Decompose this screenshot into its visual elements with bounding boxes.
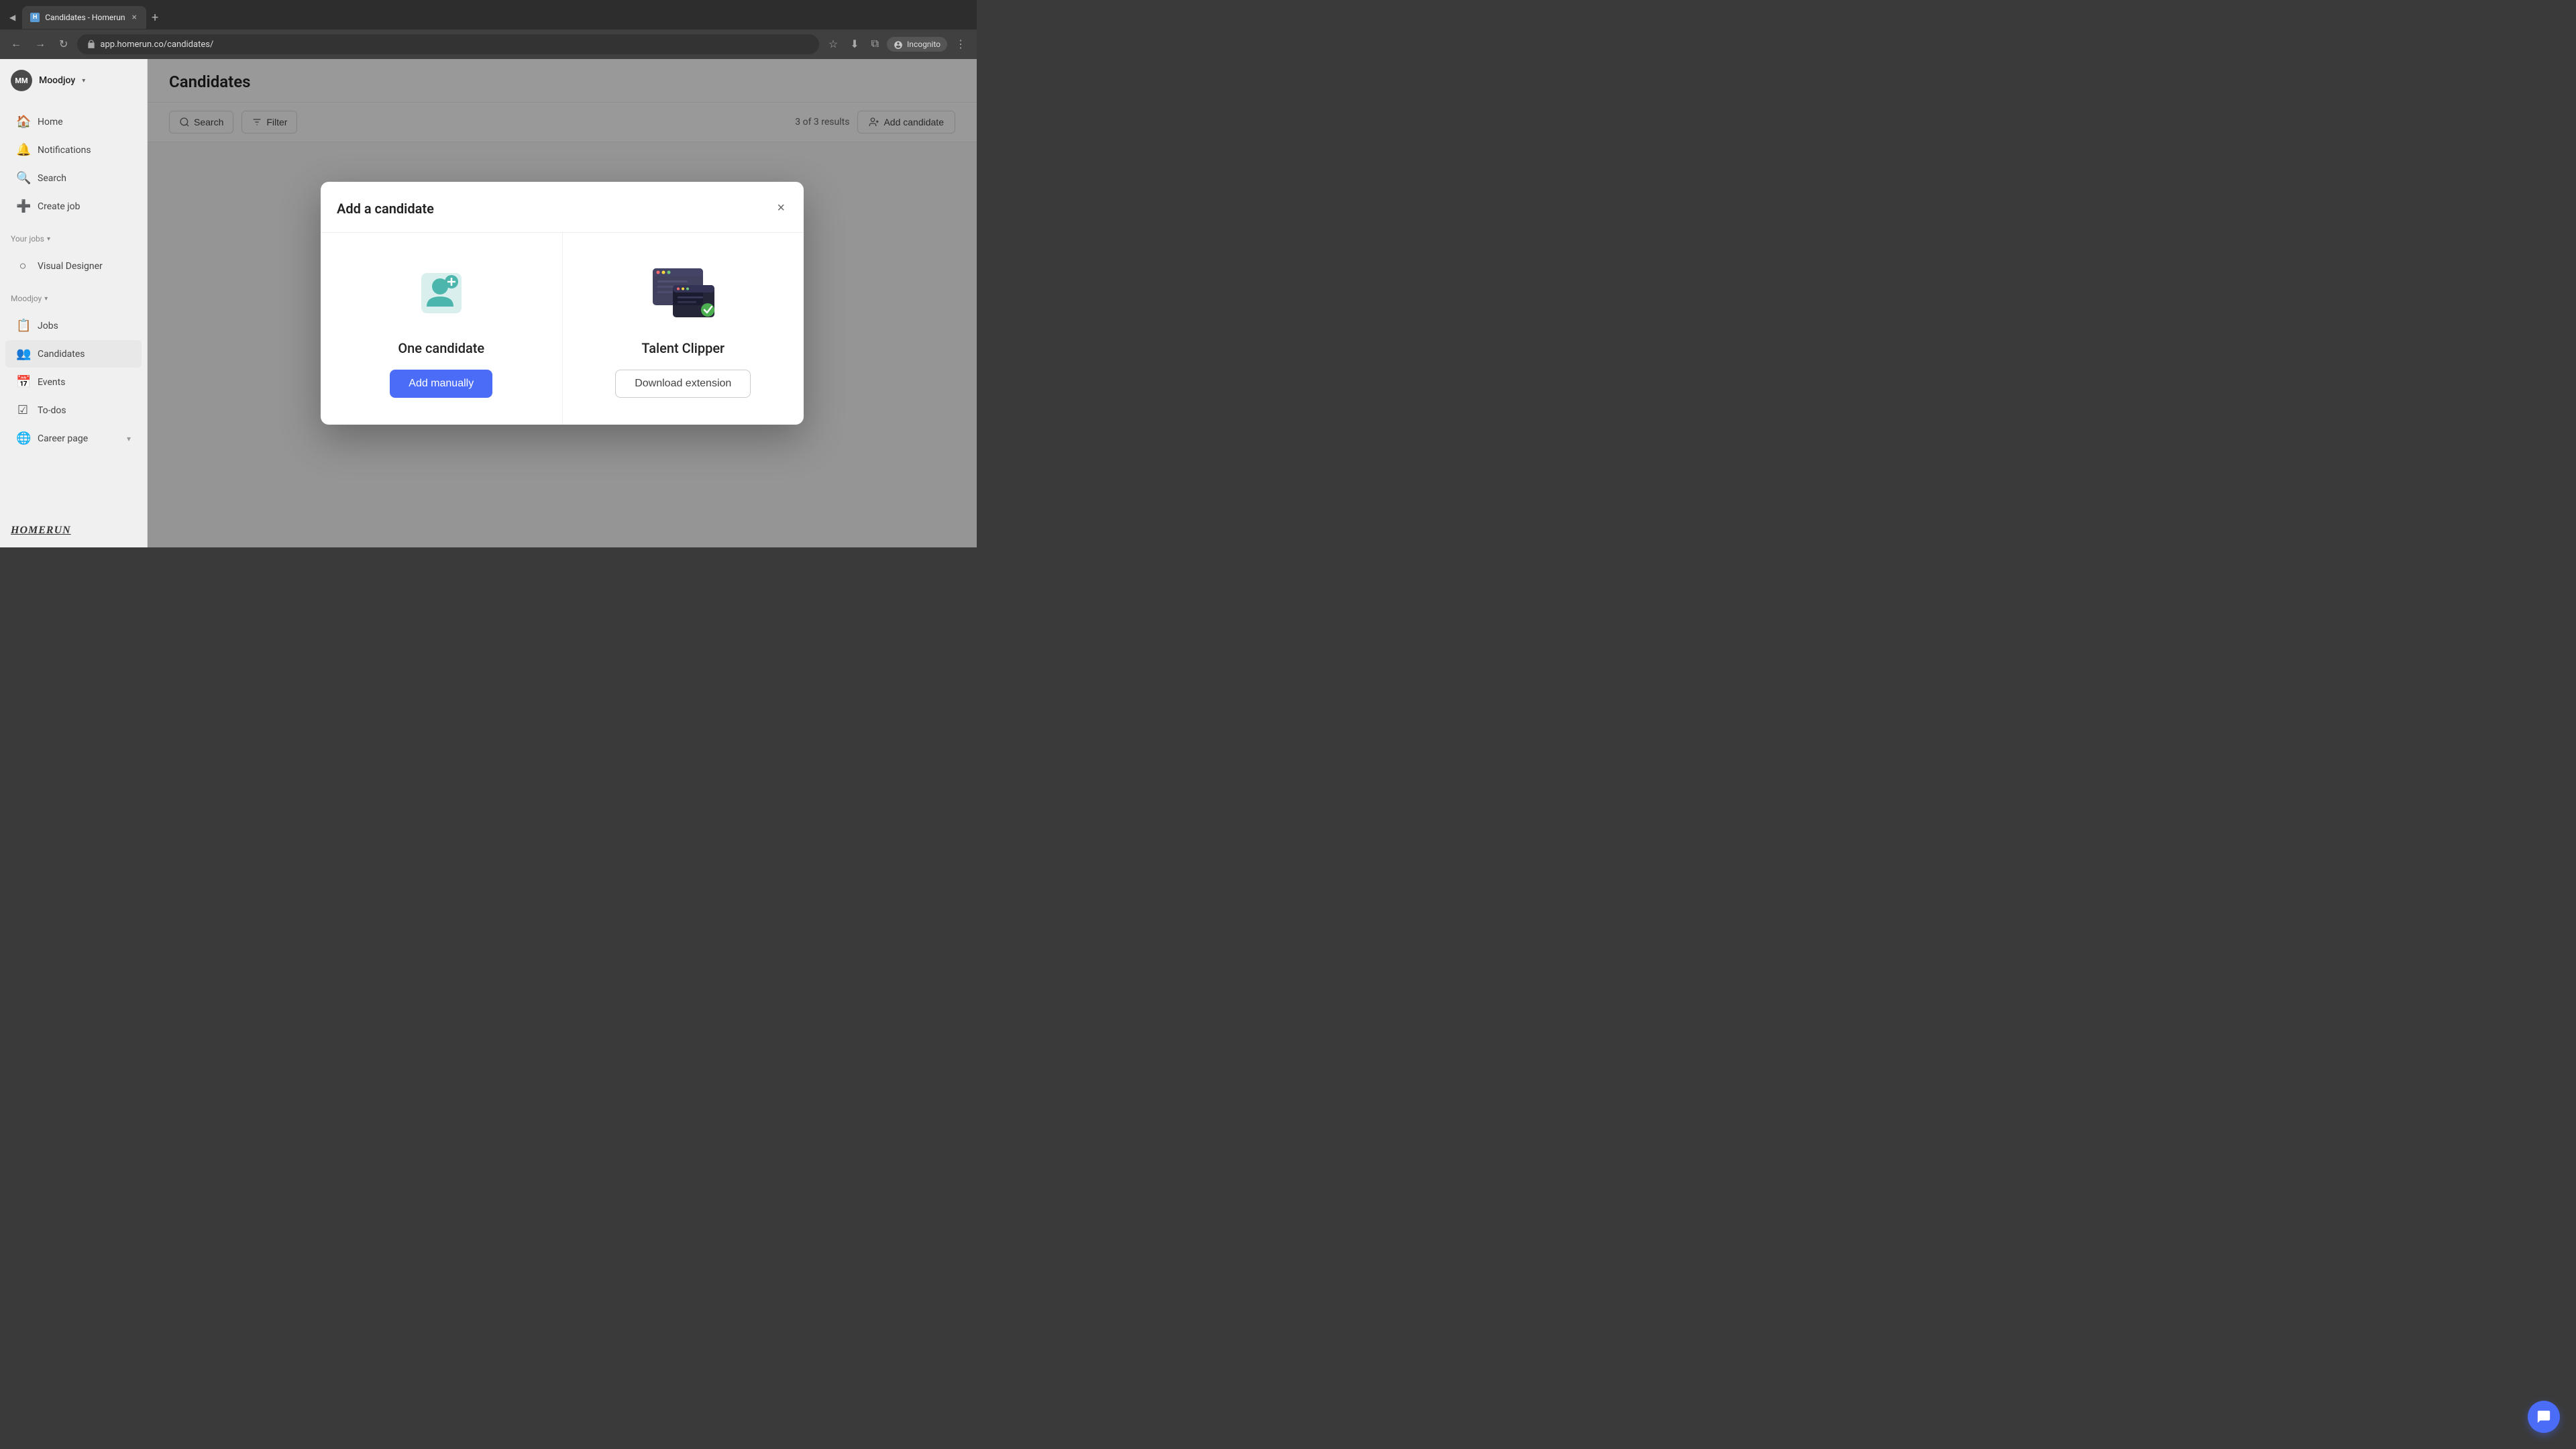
add-candidate-modal: Add a candidate × bbox=[321, 182, 804, 425]
workspace-chevron: ▾ bbox=[82, 77, 85, 85]
tab-close-button[interactable]: × bbox=[131, 12, 138, 23]
sidebar-item-notifications-label: Notifications bbox=[38, 145, 91, 156]
chat-icon bbox=[2536, 1409, 2551, 1424]
workspace-name: Moodjoy bbox=[39, 75, 75, 86]
avatar: MM bbox=[11, 70, 32, 91]
home-icon: 🏠 bbox=[16, 115, 30, 129]
incognito-badge[interactable]: Incognito bbox=[887, 37, 947, 52]
sidebar-item-candidates-label: Candidates bbox=[38, 349, 85, 360]
talent-clipper-icon bbox=[643, 260, 723, 327]
sidebar-item-events-label: Events bbox=[38, 377, 65, 388]
forward-button[interactable]: → bbox=[31, 36, 50, 53]
sidebar-item-career-page-label: Career page bbox=[38, 433, 88, 444]
moodjoy-label: Moodjoy bbox=[11, 294, 42, 303]
modal-title: Add a candidate bbox=[337, 201, 434, 217]
your-jobs-chevron: ▾ bbox=[47, 235, 50, 243]
sidebar-item-jobs[interactable]: 📋 Jobs bbox=[5, 312, 142, 339]
talent-clipper-illustration bbox=[643, 262, 723, 325]
modal-header: Add a candidate × bbox=[321, 182, 804, 232]
browser-chrome: ◀ H Candidates - Homerun × + ← → ↻ app.h… bbox=[0, 0, 977, 59]
app-layout: MM Moodjoy ▾ 🏠 Home 🔔 Notifications 🔍 Se… bbox=[0, 59, 977, 547]
sidebar-item-create-job-label: Create job bbox=[38, 201, 80, 212]
bookmark-button[interactable]: ☆ bbox=[824, 35, 842, 54]
new-tab-button[interactable]: + bbox=[146, 8, 164, 28]
lock-icon bbox=[87, 40, 96, 49]
chat-button[interactable] bbox=[2528, 1401, 2560, 1433]
career-page-icon: 🌐 bbox=[16, 431, 30, 445]
incognito-icon bbox=[894, 40, 903, 49]
sidebar-item-visual-designer[interactable]: ○ Visual Designer bbox=[5, 252, 142, 280]
tab-group-button[interactable]: ◀ bbox=[5, 10, 19, 25]
moodjoy-chevron: ▾ bbox=[44, 295, 48, 303]
url-bar[interactable]: app.homerun.co/candidates/ bbox=[77, 34, 818, 54]
sidebar-nav: 🏠 Home 🔔 Notifications 🔍 Search ➕ Create… bbox=[0, 102, 147, 226]
one-candidate-icon bbox=[401, 260, 482, 327]
add-manually-button[interactable]: Add manually bbox=[390, 370, 492, 398]
talent-clipper-title: Talent Clipper bbox=[641, 340, 724, 356]
url-text: app.homerun.co/candidates/ bbox=[100, 40, 213, 50]
modal-close-button[interactable]: × bbox=[774, 198, 788, 219]
talent-clipper-option[interactable]: Talent Clipper Download extension bbox=[563, 233, 804, 425]
tab-bar: ◀ H Candidates - Homerun × + bbox=[0, 0, 977, 30]
one-candidate-option[interactable]: One candidate Add manually bbox=[321, 233, 563, 425]
sidebar-bottom: HOMERUN bbox=[0, 514, 147, 547]
main-content: Candidates Search Filter 3 of 3 results … bbox=[148, 59, 977, 547]
plus-icon: ➕ bbox=[16, 199, 30, 213]
split-view-button[interactable]: ⧉ bbox=[867, 36, 883, 53]
browser-toolbar: ← → ↻ app.homerun.co/candidates/ ☆ ⬇ ⧉ I… bbox=[0, 30, 977, 59]
todos-icon: ☑ bbox=[16, 403, 30, 417]
career-page-chevron: ▾ bbox=[127, 434, 131, 443]
sidebar-item-notifications[interactable]: 🔔 Notifications bbox=[5, 136, 142, 164]
sidebar-item-create-job[interactable]: ➕ Create job bbox=[5, 193, 142, 220]
sidebar-item-home-label: Home bbox=[38, 117, 63, 127]
sidebar-item-home[interactable]: 🏠 Home bbox=[5, 108, 142, 136]
sidebar-item-events[interactable]: 📅 Events bbox=[5, 368, 142, 396]
sidebar-item-candidates[interactable]: 👥 Candidates bbox=[5, 340, 142, 368]
active-tab[interactable]: H Candidates - Homerun × bbox=[22, 6, 146, 29]
incognito-label: Incognito bbox=[907, 40, 941, 49]
jobs-icon: 📋 bbox=[16, 319, 30, 333]
tab-favicon: H bbox=[30, 13, 40, 22]
toolbar-icons: ☆ ⬇ ⧉ Incognito ⋮ bbox=[824, 35, 970, 54]
tab-title: Candidates - Homerun bbox=[45, 13, 125, 22]
search-icon: 🔍 bbox=[16, 171, 30, 185]
candidates-icon: 👥 bbox=[16, 347, 30, 361]
sidebar-item-todos[interactable]: ☑ To-dos bbox=[5, 396, 142, 424]
sidebar: MM Moodjoy ▾ 🏠 Home 🔔 Notifications 🔍 Se… bbox=[0, 59, 148, 547]
sidebar-item-search[interactable]: 🔍 Search bbox=[5, 164, 142, 192]
sidebar-item-search-label: Search bbox=[38, 173, 66, 184]
events-icon: 📅 bbox=[16, 375, 30, 389]
job-icon: ○ bbox=[16, 259, 30, 273]
one-candidate-title: One candidate bbox=[398, 340, 484, 356]
workspace-header[interactable]: MM Moodjoy ▾ bbox=[0, 59, 147, 102]
back-button[interactable]: ← bbox=[7, 36, 25, 53]
download-extension-button[interactable]: Download extension bbox=[615, 370, 751, 398]
person-add-illustration bbox=[408, 263, 475, 323]
moodjoy-nav: 📋 Jobs 👥 Candidates 📅 Events ☑ To-dos 🌐 … bbox=[0, 306, 147, 458]
your-jobs-section[interactable]: Your jobs ▾ bbox=[0, 226, 147, 246]
sidebar-item-todos-label: To-dos bbox=[38, 405, 66, 416]
sidebar-item-visual-designer-label: Visual Designer bbox=[38, 261, 103, 272]
your-jobs-label: Your jobs bbox=[11, 234, 44, 244]
sidebar-item-jobs-label: Jobs bbox=[38, 321, 58, 331]
moodjoy-section[interactable]: Moodjoy ▾ bbox=[0, 286, 147, 306]
bell-icon: 🔔 bbox=[16, 143, 30, 157]
menu-button[interactable]: ⋮ bbox=[951, 35, 970, 54]
homerun-logo: HOMERUN bbox=[11, 525, 136, 537]
jobs-nav: ○ Visual Designer bbox=[0, 246, 147, 286]
reload-button[interactable]: ↻ bbox=[55, 35, 72, 54]
sidebar-item-career-page[interactable]: 🌐 Career page ▾ bbox=[5, 425, 142, 452]
modal-body: One candidate Add manually bbox=[321, 232, 804, 425]
download-button[interactable]: ⬇ bbox=[846, 35, 863, 54]
